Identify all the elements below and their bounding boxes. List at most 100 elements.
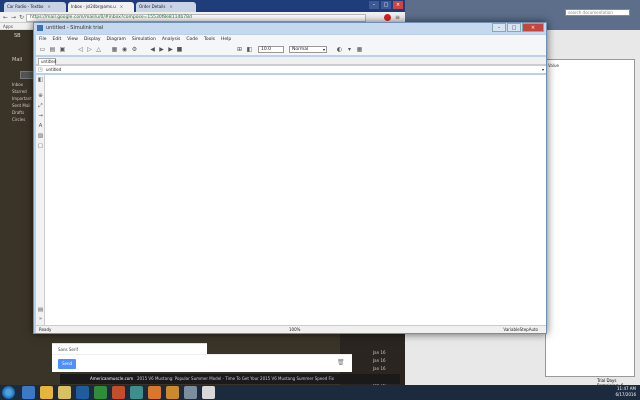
minimize-button[interactable]: – (492, 23, 506, 32)
menu-edit[interactable]: Edit (50, 37, 65, 42)
save-icon[interactable]: ▣ (59, 46, 66, 53)
simulation-mode-select[interactable]: Normal ▾ (289, 46, 327, 53)
pdf-icon[interactable] (202, 386, 215, 399)
model-canvas[interactable] (45, 75, 546, 325)
extension-icon[interactable] (384, 14, 391, 21)
annotation-icon[interactable]: A (37, 123, 44, 130)
chrome-tab-order-details[interactable]: Order Details × (136, 2, 196, 12)
zoom-in-icon[interactable]: ⊕ (37, 93, 44, 100)
menu-file[interactable]: File (36, 37, 50, 42)
address-bar[interactable]: https://mail.google.com/mail/u/0/#inbox?… (26, 13, 366, 22)
compose-format-toolbar: Sans Serif (52, 343, 207, 354)
nav-important[interactable]: Important (12, 96, 32, 101)
stop-time-input[interactable]: 10.0 (258, 46, 284, 53)
back-icon[interactable]: ← (2, 14, 9, 21)
ad-site[interactable]: Americanmuscle.com (90, 376, 133, 381)
matlab-icon[interactable] (148, 386, 161, 399)
powershell-icon[interactable] (76, 386, 89, 399)
chevron-down-icon[interactable]: ▾ (542, 67, 544, 73)
word-icon[interactable] (112, 386, 125, 399)
close-icon[interactable]: × (47, 4, 50, 9)
run-icon[interactable]: ▶ (158, 46, 165, 53)
tab-untitled[interactable]: untitled (38, 58, 56, 65)
area-icon[interactable]: ▢ (37, 143, 44, 150)
simulink-icon (37, 25, 43, 31)
maximize-button[interactable]: □ (381, 1, 391, 9)
simulink-icon[interactable] (166, 386, 179, 399)
ie-icon[interactable] (22, 386, 35, 399)
menu-simulation[interactable]: Simulation (129, 37, 159, 42)
minimize-button[interactable]: – (369, 1, 379, 9)
step-forward-icon[interactable]: ▶ (167, 46, 174, 53)
stop-icon[interactable]: ■ (176, 46, 183, 53)
menu-help[interactable]: Help (218, 37, 234, 42)
menu-analysis[interactable]: Analysis (159, 37, 184, 42)
close-button[interactable]: × (393, 1, 403, 9)
chrome-icon[interactable] (40, 386, 53, 399)
nav-drafts[interactable]: Drafts (12, 110, 24, 115)
gmail-mail-label[interactable]: Mail (12, 57, 22, 63)
maximize-button[interactable]: □ (507, 23, 521, 32)
close-icon[interactable]: × (120, 4, 123, 9)
open-folder-icon[interactable]: ▤ (49, 46, 56, 53)
grid-icon[interactable]: ▦ (356, 46, 363, 53)
step-back-icon[interactable]: ◀ (149, 46, 156, 53)
mail-date: Jan 16 (373, 358, 386, 363)
back-icon[interactable]: ◁ (77, 46, 84, 53)
clock[interactable]: 11:47 AM 6/17/2016 (606, 386, 636, 398)
menu-tools[interactable]: Tools (201, 37, 218, 42)
close-icon[interactable]: × (170, 4, 173, 9)
up-icon[interactable]: △ (95, 46, 102, 53)
nav-circles[interactable]: Circles (12, 117, 25, 122)
bookmark-apps[interactable]: Apps (3, 24, 13, 29)
chrome-window-controls: – □ × (369, 1, 403, 9)
reload-icon[interactable]: ↻ (18, 14, 25, 21)
library-browser-icon[interactable]: ▦ (111, 46, 118, 53)
settings-icon[interactable]: ⚙ (131, 46, 138, 53)
menu-icon[interactable]: ≡ (394, 14, 401, 21)
menu-code[interactable]: Code (183, 37, 201, 42)
build-icon[interactable]: ◐ (336, 46, 343, 53)
taskbar: 11:47 AM 6/17/2016 (0, 385, 640, 400)
forward-icon[interactable]: → (10, 14, 17, 21)
ad-banner[interactable]: Americanmuscle.com 2015 V6 Mustang: Popu… (60, 374, 400, 384)
signal-icon[interactable]: ◧ (246, 46, 253, 53)
start-button[interactable] (2, 386, 15, 399)
menu-view[interactable]: View (64, 37, 81, 42)
new-model-icon[interactable]: ▭ (39, 46, 46, 53)
value-column-header: Value (548, 63, 559, 68)
menu-display[interactable]: Display (81, 37, 104, 42)
zoom-icon[interactable]: ⊞ (236, 46, 243, 53)
app-icon[interactable] (184, 386, 197, 399)
nav-inbox[interactable]: Inbox (12, 82, 23, 87)
status-solver[interactable]: VariableStepAuto (503, 326, 538, 333)
font-select[interactable]: Sans Serif (58, 347, 78, 352)
image-icon[interactable]: ▨ (37, 133, 44, 140)
model-path[interactable]: untitled (46, 67, 61, 73)
nav-sent[interactable]: Sent Mail (12, 103, 31, 108)
forward-icon[interactable]: ▷ (86, 46, 93, 53)
chrome-tab-inbox[interactable]: Inbox - jsl24br@ams.u × (68, 2, 134, 12)
arduino-icon[interactable] (130, 386, 143, 399)
model-browser-icon[interactable]: ▤ (37, 307, 44, 314)
chevron-down-icon: ▾ (322, 47, 325, 52)
arrow-icon[interactable]: → (37, 113, 44, 120)
fit-view-icon[interactable]: ⤢ (37, 103, 44, 110)
chrome-tab-car-radio[interactable]: Car Radio - Textbo × (4, 2, 66, 12)
hide-browser-icon[interactable]: ◧ (37, 77, 44, 84)
model-icon: ◳ (38, 67, 43, 73)
media-icon[interactable] (94, 386, 107, 399)
menu-diagram[interactable]: Diagram (104, 37, 129, 42)
send-button[interactable]: Send (58, 359, 76, 369)
mail-date: Jan 16 (373, 366, 386, 371)
nav-starred[interactable]: Starred (12, 89, 27, 94)
chevron-down-icon[interactable]: ▾ (346, 46, 353, 53)
trash-icon[interactable]: 🗑 (337, 359, 345, 369)
expand-icon[interactable]: » (37, 316, 44, 323)
model-explorer-icon[interactable]: ◉ (121, 46, 128, 53)
simulink-titlebar: untitled - Simulink trial – □ × (34, 23, 546, 34)
close-button[interactable]: × (522, 23, 544, 32)
search-documentation-input[interactable]: search documentation (565, 9, 630, 16)
folder-icon[interactable] (58, 386, 71, 399)
compose-button[interactable] (20, 71, 34, 79)
